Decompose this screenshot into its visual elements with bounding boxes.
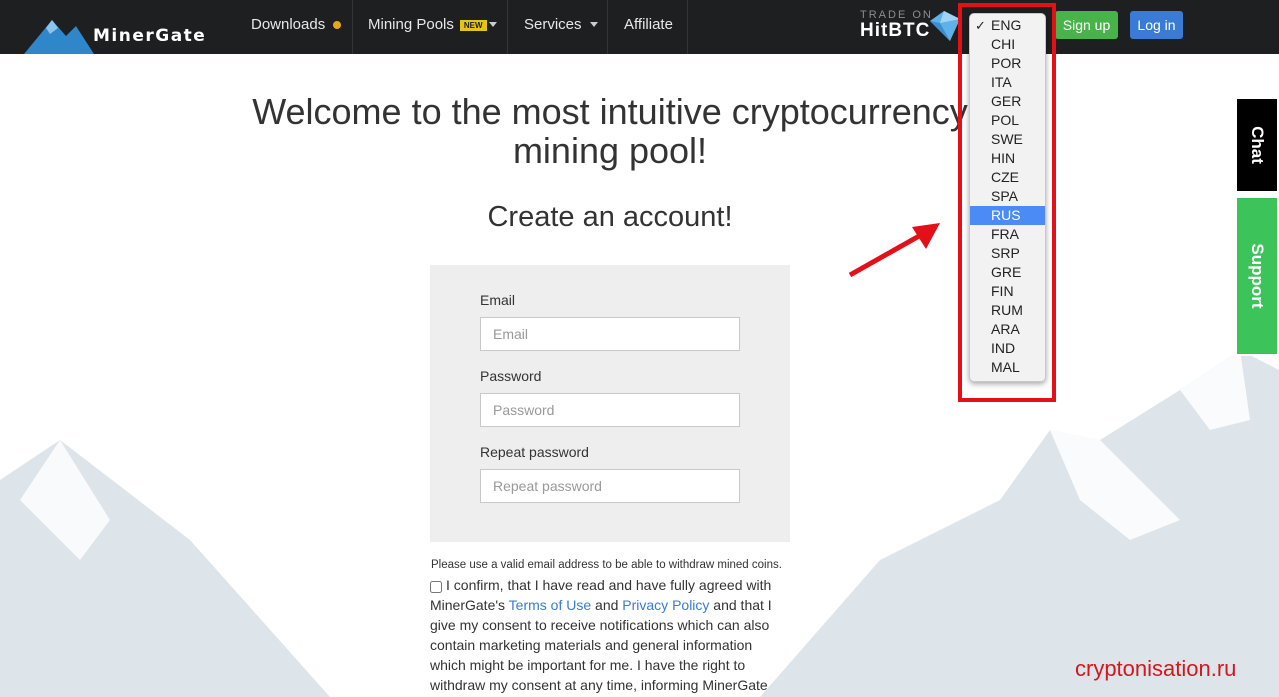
- repeat-password-label: Repeat password: [480, 444, 589, 460]
- signup-button[interactable]: Sign up: [1055, 11, 1118, 39]
- page-title: Welcome to the most intuitive cryptocurr…: [252, 91, 968, 171]
- language-option-label: ENG: [991, 17, 1022, 33]
- new-badge: NEW: [459, 19, 487, 31]
- consent-text: I confirm, that I have read and have ful…: [430, 575, 780, 695]
- language-option-label: SWE: [991, 131, 1023, 147]
- language-option-pol[interactable]: POL: [970, 111, 1045, 130]
- login-button[interactable]: Log in: [1130, 11, 1183, 39]
- nav-services-label: Services: [524, 16, 582, 33]
- language-option-cze[interactable]: CZE: [970, 168, 1045, 187]
- signup-form: Email Password Repeat password: [430, 265, 790, 542]
- password-field[interactable]: [480, 393, 740, 427]
- language-option-rum[interactable]: RUM: [970, 301, 1045, 320]
- chevron-down-icon[interactable]: [489, 22, 497, 27]
- language-option-label: GER: [991, 93, 1022, 109]
- nav-affiliate[interactable]: Affiliate: [624, 0, 673, 54]
- language-option-ara[interactable]: ARA: [970, 320, 1045, 339]
- nav-divider: [352, 0, 353, 54]
- email-note: Please use a valid email address to be a…: [431, 559, 782, 571]
- hitbtc-diamond-icon: [930, 11, 960, 41]
- email-label: Email: [480, 292, 516, 308]
- language-option-chi[interactable]: CHI: [970, 35, 1045, 54]
- language-option-label: FRA: [991, 226, 1019, 242]
- nav-mining-pools[interactable]: Mining Pools NEW: [368, 0, 487, 54]
- language-option-mal[interactable]: MAL: [970, 358, 1045, 377]
- notification-dot-icon: [333, 21, 342, 30]
- language-option-label: ARA: [991, 321, 1020, 337]
- language-option-ger[interactable]: GER: [970, 92, 1045, 111]
- support-tab-label: Support: [1248, 243, 1267, 309]
- language-dropdown-list[interactable]: ✓ ENG CHI POR ITA GER POL SWE HIN CZE SPA RUS FRA SRP…: [969, 13, 1046, 382]
- language-option-label: HIN: [991, 150, 1016, 166]
- language-option-label: POR: [991, 55, 1022, 71]
- language-option-label: CHI: [991, 36, 1016, 52]
- nav-divider: [687, 0, 688, 54]
- language-option-fin[interactable]: FIN: [970, 282, 1045, 301]
- language-option-label: RUS: [991, 207, 1021, 223]
- chat-tab[interactable]: Chat: [1235, 97, 1279, 193]
- language-option-label: RUM: [991, 302, 1023, 318]
- language-option-ita[interactable]: ITA: [970, 73, 1045, 92]
- nav-services[interactable]: Services: [524, 0, 582, 54]
- brand-name[interactable]: MinerGate: [93, 26, 206, 46]
- nav-downloads[interactable]: Downloads: [251, 0, 342, 54]
- language-option-label: SRP: [991, 245, 1020, 261]
- annotation-arrow-icon: [848, 223, 940, 278]
- top-navbar: MinerGate Downloads Mining Pools NEW Serv…: [0, 0, 1279, 54]
- language-option-label: POL: [991, 112, 1020, 128]
- nav-mining-pools-label: Mining Pools: [368, 16, 454, 33]
- language-option-rus[interactable]: RUS: [970, 206, 1045, 225]
- language-option-spa[interactable]: SPA: [970, 187, 1045, 206]
- language-option-eng[interactable]: ✓ ENG: [970, 16, 1045, 35]
- language-option-fra[interactable]: FRA: [970, 225, 1045, 244]
- consent-checkbox[interactable]: [430, 581, 442, 593]
- nav-divider: [507, 0, 508, 54]
- password-label: Password: [480, 368, 542, 384]
- language-option-label: SPA: [991, 188, 1018, 204]
- chat-tab-label: Chat: [1248, 126, 1267, 164]
- privacy-policy-link[interactable]: Privacy Policy: [622, 597, 709, 613]
- nav-downloads-label: Downloads: [251, 16, 326, 33]
- terms-of-use-link[interactable]: Terms of Use: [509, 597, 591, 613]
- chevron-down-icon[interactable]: [590, 22, 598, 27]
- email-field[interactable]: [480, 317, 740, 351]
- language-option-swe[interactable]: SWE: [970, 130, 1045, 149]
- nav-affiliate-label: Affiliate: [624, 16, 673, 33]
- language-option-label: ITA: [991, 74, 1012, 90]
- checkmark-icon: ✓: [975, 18, 986, 33]
- language-option-srp[interactable]: SRP: [970, 244, 1045, 263]
- language-option-hin[interactable]: HIN: [970, 149, 1045, 168]
- language-option-ind[interactable]: IND: [970, 339, 1045, 358]
- create-account-heading: Create an account!: [487, 201, 733, 233]
- language-option-label: CZE: [991, 169, 1019, 185]
- language-option-gre[interactable]: GRE: [970, 263, 1045, 282]
- support-tab[interactable]: Support: [1235, 196, 1279, 356]
- watermark: cryptonisation.ru: [1075, 656, 1237, 681]
- language-option-label: IND: [991, 340, 1016, 356]
- language-option-label: MAL: [991, 359, 1020, 375]
- language-option-label: GRE: [991, 264, 1022, 280]
- language-option-por[interactable]: POR: [970, 54, 1045, 73]
- language-option-label: FIN: [991, 283, 1014, 299]
- nav-divider: [607, 0, 608, 54]
- hitbtc-label[interactable]: HitBTC: [860, 20, 930, 42]
- consent-and: and: [591, 597, 623, 613]
- repeat-password-field[interactable]: [480, 469, 740, 503]
